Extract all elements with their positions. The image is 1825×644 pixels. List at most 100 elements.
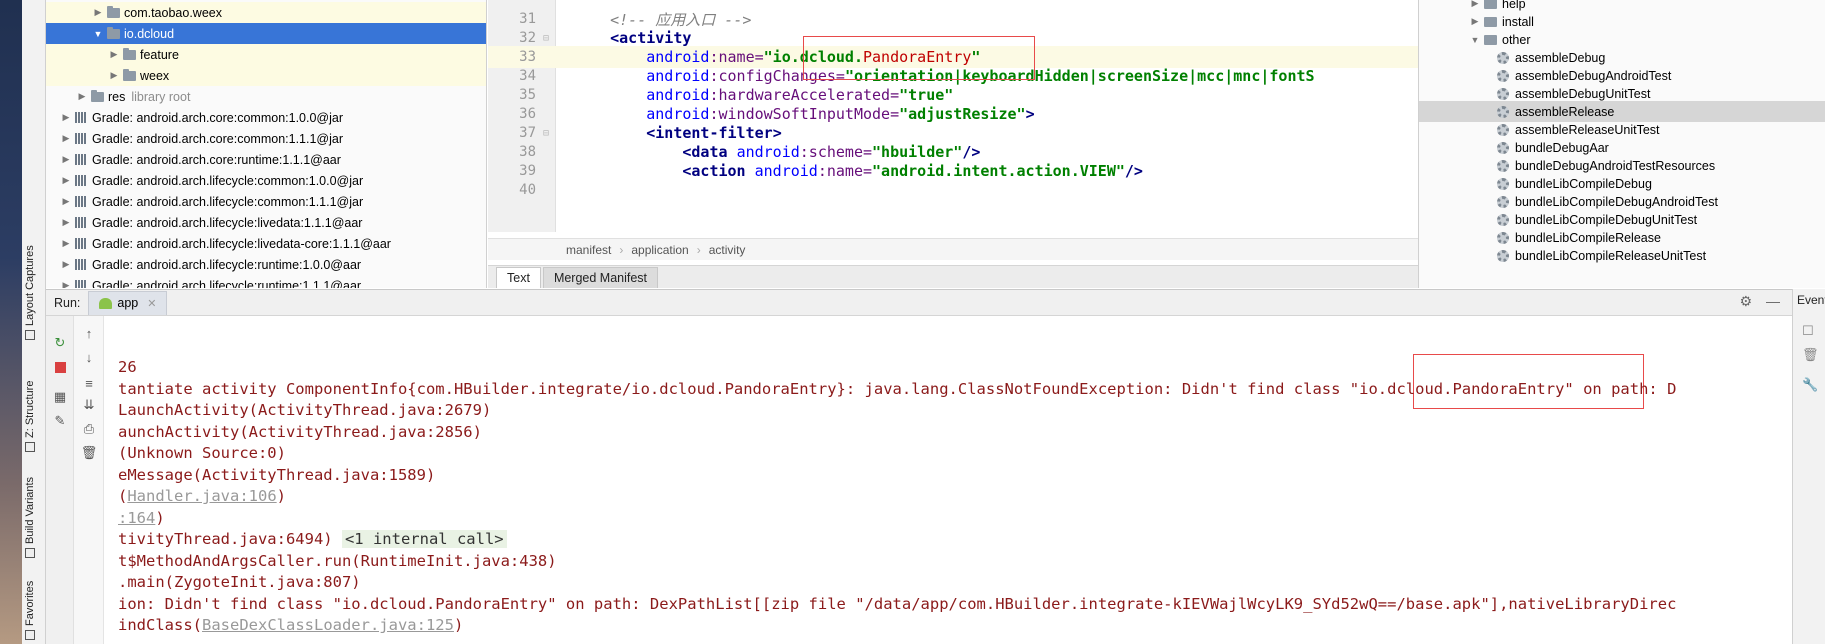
chevron-right-icon[interactable]: ▶: [60, 196, 72, 207]
chevron-right-icon[interactable]: ▶: [108, 70, 120, 81]
project-tree-label: Gradle: android.arch.core:common:1.0.0@j…: [92, 110, 344, 125]
gradle-task-row[interactable]: bundleLibCompileReleaseUnitTest: [1419, 245, 1825, 266]
gradle-task-label: bundleLibCompileReleaseUnitTest: [1515, 248, 1707, 263]
breadcrumb-item[interactable]: application: [631, 243, 688, 257]
minimize-icon[interactable]: —: [1766, 293, 1780, 310]
trash-icon[interactable]: 🗑: [80, 444, 98, 462]
breadcrumb-item[interactable]: activity: [709, 243, 746, 257]
chevron-right-icon[interactable]: ▶: [60, 280, 72, 288]
chevron-down-icon[interactable]: ▼: [92, 29, 104, 39]
run-tab-label: app: [117, 296, 139, 310]
console-text: tivityThread.java:6494): [118, 530, 342, 548]
stop-icon[interactable]: [51, 358, 69, 376]
internal-call-fold[interactable]: <1 internal call>: [341, 530, 507, 548]
project-tree-row[interactable]: ▶ Gradle: android.arch.core:common:1.1.1@…: [46, 128, 486, 149]
breadcrumb-item[interactable]: manifest: [566, 243, 611, 257]
annotation-box-editor: [803, 36, 1035, 80]
line-number: 35: [519, 87, 536, 103]
project-tree-row[interactable]: ▶ Gradle: android.arch.lifecycle:runtime:…: [46, 254, 486, 275]
favorites-icon: [25, 630, 35, 640]
rerun-icon[interactable]: ↻: [51, 334, 69, 352]
console-line: ion: Didn't find class "io.dcloud.Pandor…: [118, 593, 1676, 615]
code-line[interactable]: 40: [488, 179, 1418, 201]
chevron-right-icon[interactable]: ▶: [60, 238, 72, 249]
project-tree-row[interactable]: ▶ Gradle: android.arch.lifecycle:runtime:…: [46, 275, 486, 288]
line-number: 39: [519, 163, 536, 179]
fold-marker-icon[interactable]: ⊟: [536, 128, 556, 139]
project-tree-row[interactable]: ▶ Gradle: android.arch.lifecycle:livedata…: [46, 212, 486, 233]
print-icon[interactable]: ⎙: [80, 420, 98, 438]
project-tree-row[interactable]: ▶ Gradle: android.arch.lifecycle:livedata…: [46, 233, 486, 254]
tab-text[interactable]: Text: [496, 267, 541, 288]
chevron-right-icon[interactable]: ▶: [60, 154, 72, 165]
gradle-task-label: bundleDebugAndroidTestResources: [1515, 158, 1716, 173]
tab-build-variants[interactable]: Build Variants: [24, 477, 36, 558]
project-tree-row[interactable]: ▶ Gradle: android.arch.core:runtime:1.1.1…: [46, 149, 486, 170]
tab-favorites[interactable]: Favorites: [24, 581, 36, 640]
project-tree-label: io.dcloud: [124, 26, 175, 41]
code-token: >: [1025, 105, 1035, 123]
console-line: .main(ZygoteInit.java:807): [118, 571, 361, 593]
code-token: data: [691, 143, 737, 161]
stacktrace-link[interactable]: BaseDexClassLoader.java:125: [202, 616, 454, 634]
code-text: <action android:name="android.intent.act…: [556, 162, 1143, 180]
tab-layout-captures[interactable]: Layout Captures: [24, 245, 36, 340]
chevron-right-icon[interactable]: ▶: [92, 7, 104, 18]
gradle-task-label: other: [1502, 32, 1531, 47]
pin-icon[interactable]: ✎: [51, 412, 69, 430]
code-token: android: [754, 162, 818, 180]
project-tree-row[interactable]: ▶ res library root: [46, 86, 486, 107]
project-tree-row[interactable]: ▶ com.taobao.weex: [46, 2, 486, 23]
tab-structure[interactable]: Z: Structure: [24, 381, 36, 452]
chevron-right-icon[interactable]: ▶: [60, 217, 72, 228]
project-tree-row[interactable]: ▼ io.dcloud: [46, 23, 486, 44]
console-line: 26: [118, 356, 137, 378]
console-text: (Unknown Source:0): [118, 444, 286, 462]
layout-icon[interactable]: ▦: [51, 388, 69, 406]
chevron-right-icon[interactable]: ▶: [60, 259, 72, 270]
run-tab-app[interactable]: app ✕: [88, 290, 168, 315]
chevron-right-icon[interactable]: ▶: [60, 112, 72, 123]
gear-icon: [1497, 159, 1509, 172]
scroll-up-icon[interactable]: ↑: [80, 324, 98, 342]
chevron-right-icon[interactable]: ▶: [60, 133, 72, 144]
chevron-right-icon[interactable]: ▶: [108, 49, 120, 60]
chevron-down-icon[interactable]: ▼: [1469, 35, 1481, 45]
project-tree-row[interactable]: ▶ Gradle: android.arch.lifecycle:common:1…: [46, 191, 486, 212]
scroll-down-icon[interactable]: ↓: [80, 348, 98, 366]
trash-icon[interactable]: 🗑: [1802, 347, 1819, 363]
project-tree-row[interactable]: ▶ Gradle: android.arch.lifecycle:common:1…: [46, 170, 486, 191]
folder-icon: [91, 89, 104, 102]
wrench-icon[interactable]: 🔧: [1802, 377, 1818, 393]
project-tree-row[interactable]: ▶ feature: [46, 44, 486, 65]
chevron-right-icon[interactable]: ▶: [1469, 16, 1481, 27]
stacktrace-link[interactable]: :164: [118, 509, 155, 527]
fold-marker-icon[interactable]: ⊟: [536, 33, 556, 44]
library-icon: [75, 238, 87, 249]
scroll-to-end-icon[interactable]: ⇊: [80, 396, 98, 414]
run-console-output[interactable]: 26 tantiate activity ComponentInfo{com.HB…: [104, 316, 1792, 644]
tab-merged-manifest[interactable]: Merged Manifest: [542, 267, 659, 288]
code-token: :name=: [817, 162, 873, 180]
soft-wrap-icon[interactable]: ≡: [80, 374, 98, 392]
library-icon: [75, 133, 87, 144]
console-text: ): [453, 616, 464, 634]
event-log-tab[interactable]: Event: [1797, 293, 1825, 307]
library-icon: [75, 154, 87, 165]
code-token: :scheme=: [799, 143, 873, 161]
chevron-right-icon[interactable]: ▶: [76, 91, 88, 102]
stacktrace-link[interactable]: Handler.java:106: [127, 487, 276, 505]
chevron-right-icon[interactable]: ▶: [60, 175, 72, 186]
console-text: eMessage(ActivityThread.java:1589): [118, 465, 436, 484]
checkbox-icon[interactable]: ☐: [1802, 323, 1814, 339]
build-variants-icon: [25, 548, 35, 558]
close-icon[interactable]: ✕: [147, 297, 156, 310]
chevron-right-icon[interactable]: ▶: [1469, 0, 1481, 9]
project-tree-row[interactable]: ▶ weex: [46, 65, 486, 86]
manifest-editor[interactable]: 31 <!-- 应用入口 --> 32 ⊟ <activity 33 android:…: [488, 0, 1418, 288]
project-tree-label: feature: [140, 47, 179, 62]
project-tree-row[interactable]: ▶ Gradle: android.arch.core:common:1.0.0@…: [46, 107, 486, 128]
gear-icon[interactable]: ⚙: [1739, 293, 1752, 310]
console-line: tivityThread.java:6494) <1 internal call…: [118, 528, 507, 550]
code-token: :name=: [709, 48, 764, 66]
